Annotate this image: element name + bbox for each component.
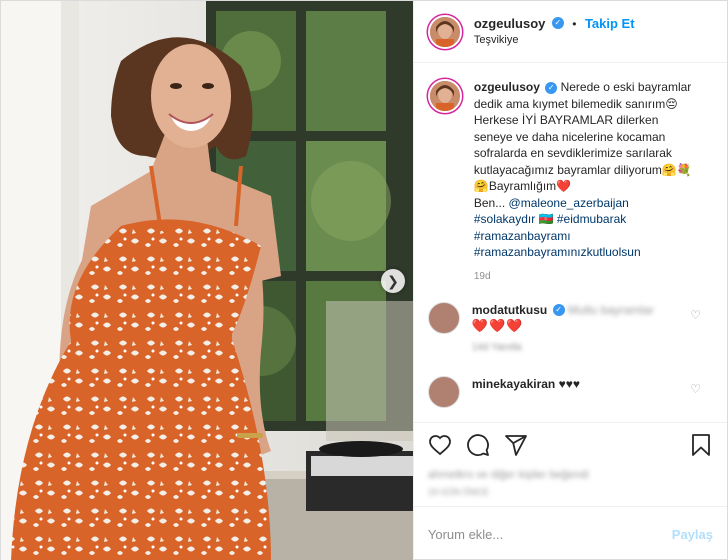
caption-avatar[interactable] <box>427 79 462 113</box>
caption-text-2: Herkese İYİ BAYRAMLAR dilerken seneye ve… <box>473 113 672 177</box>
separator: • <box>572 16 577 31</box>
share-icon[interactable] <box>504 433 528 457</box>
comment-icon[interactable] <box>466 433 490 457</box>
hashtag-link[interactable]: #solakaydır 🇦🇿 #eidmubarak <box>474 211 696 228</box>
caption-text-4: Ben... <box>473 195 509 210</box>
likes-summary[interactable]: ahmetkrs ve diğer kişiler beğendi <box>414 466 727 484</box>
comment-input[interactable] <box>427 526 672 542</box>
commenter-avatar[interactable] <box>427 375 460 408</box>
add-comment-bar: Paylaş <box>413 506 727 560</box>
caption-text-3: Bayramlığım <box>488 179 557 193</box>
location-link[interactable]: Teşvikiye <box>474 32 635 48</box>
comment-item: minekayakiran ♥♥♥ ♡ <box>427 375 713 408</box>
post-image[interactable]: ❯ <box>1 1 413 560</box>
next-arrow-icon: ❯ <box>387 273 399 289</box>
like-comment-heart-icon[interactable]: ♡ <box>690 308 701 322</box>
comment-text: Mutlu bayramlar <box>567 302 654 317</box>
comment-item: modatutkusu ✓ Mutlu bayramlar ❤️❤️❤️ 14d… <box>427 301 713 356</box>
like-comment-heart-icon[interactable]: ♡ <box>690 382 701 396</box>
follow-button[interactable]: Takip Et <box>585 16 635 31</box>
post-header: ozgeulusoy ✓ • Takip Et Teşvikiye <box>413 1 727 63</box>
caption: ozgeulusoy ✓ Nerede o eski bayramlar ded… <box>427 79 713 261</box>
instagram-post: ❯ ozgeulusoy ✓ • Takip Et Teşvikiye ozge… <box>0 0 728 560</box>
next-image-button[interactable]: ❯ <box>381 269 405 293</box>
caption-text: ozgeulusoy ✓ Nerede o eski bayramlar ded… <box>474 79 696 261</box>
verified-badge-icon: ✓ <box>545 81 558 94</box>
profile-avatar[interactable] <box>427 14 462 49</box>
bookmark-icon[interactable] <box>689 433 713 457</box>
caption-emoji-1: 😔 <box>665 96 678 111</box>
comments-section[interactable]: ozgeulusoy ✓ Nerede o eski bayramlar ded… <box>414 63 727 422</box>
caption-username[interactable]: ozgeulusoy <box>474 80 540 94</box>
verified-badge-icon: ✓ <box>551 17 564 30</box>
comment-body: modatutkusu ✓ Mutlu bayramlar ❤️❤️❤️ 14d… <box>472 302 654 356</box>
heart-icon[interactable] <box>428 433 452 457</box>
comment-username[interactable]: modatutkusu <box>472 303 547 317</box>
commenter-avatar[interactable] <box>427 301 460 334</box>
caption-time[interactable]: 19d <box>474 271 713 282</box>
comment-meta[interactable]: 14d Yanıtla <box>472 340 654 356</box>
post-sidebar: ozgeulusoy ✓ • Takip Et Teşvikiye ozgeul… <box>412 1 727 560</box>
verified-badge-icon: ✓ <box>552 304 565 317</box>
hashtag-link[interactable]: #ramazanbayramı <box>474 228 696 245</box>
flag-icon: 🇦🇿 <box>538 212 554 226</box>
header-username[interactable]: ozgeulusoy <box>474 16 546 31</box>
mention-link[interactable]: @maleone_azerbaijan <box>509 196 629 210</box>
comment-body: minekayakiran ♥♥♥ <box>472 376 580 408</box>
post-comment-button[interactable]: Paylaş <box>672 527 713 542</box>
caption-emoji-3: ❤️ <box>556 179 572 193</box>
post-timestamp[interactable]: 19 GÜN ÖNCE <box>414 484 727 506</box>
comment-hearts: ♥♥♥ <box>558 376 580 391</box>
hashtag-link[interactable]: #ramazanbayramınızkutluolsun <box>474 244 696 261</box>
comment-hearts: ❤️❤️❤️ <box>471 317 524 333</box>
action-bar <box>413 422 727 466</box>
comment-username[interactable]: minekayakiran <box>472 377 555 391</box>
header-info: ozgeulusoy ✓ • Takip Et Teşvikiye <box>474 16 635 48</box>
photo-illustration <box>1 1 413 560</box>
